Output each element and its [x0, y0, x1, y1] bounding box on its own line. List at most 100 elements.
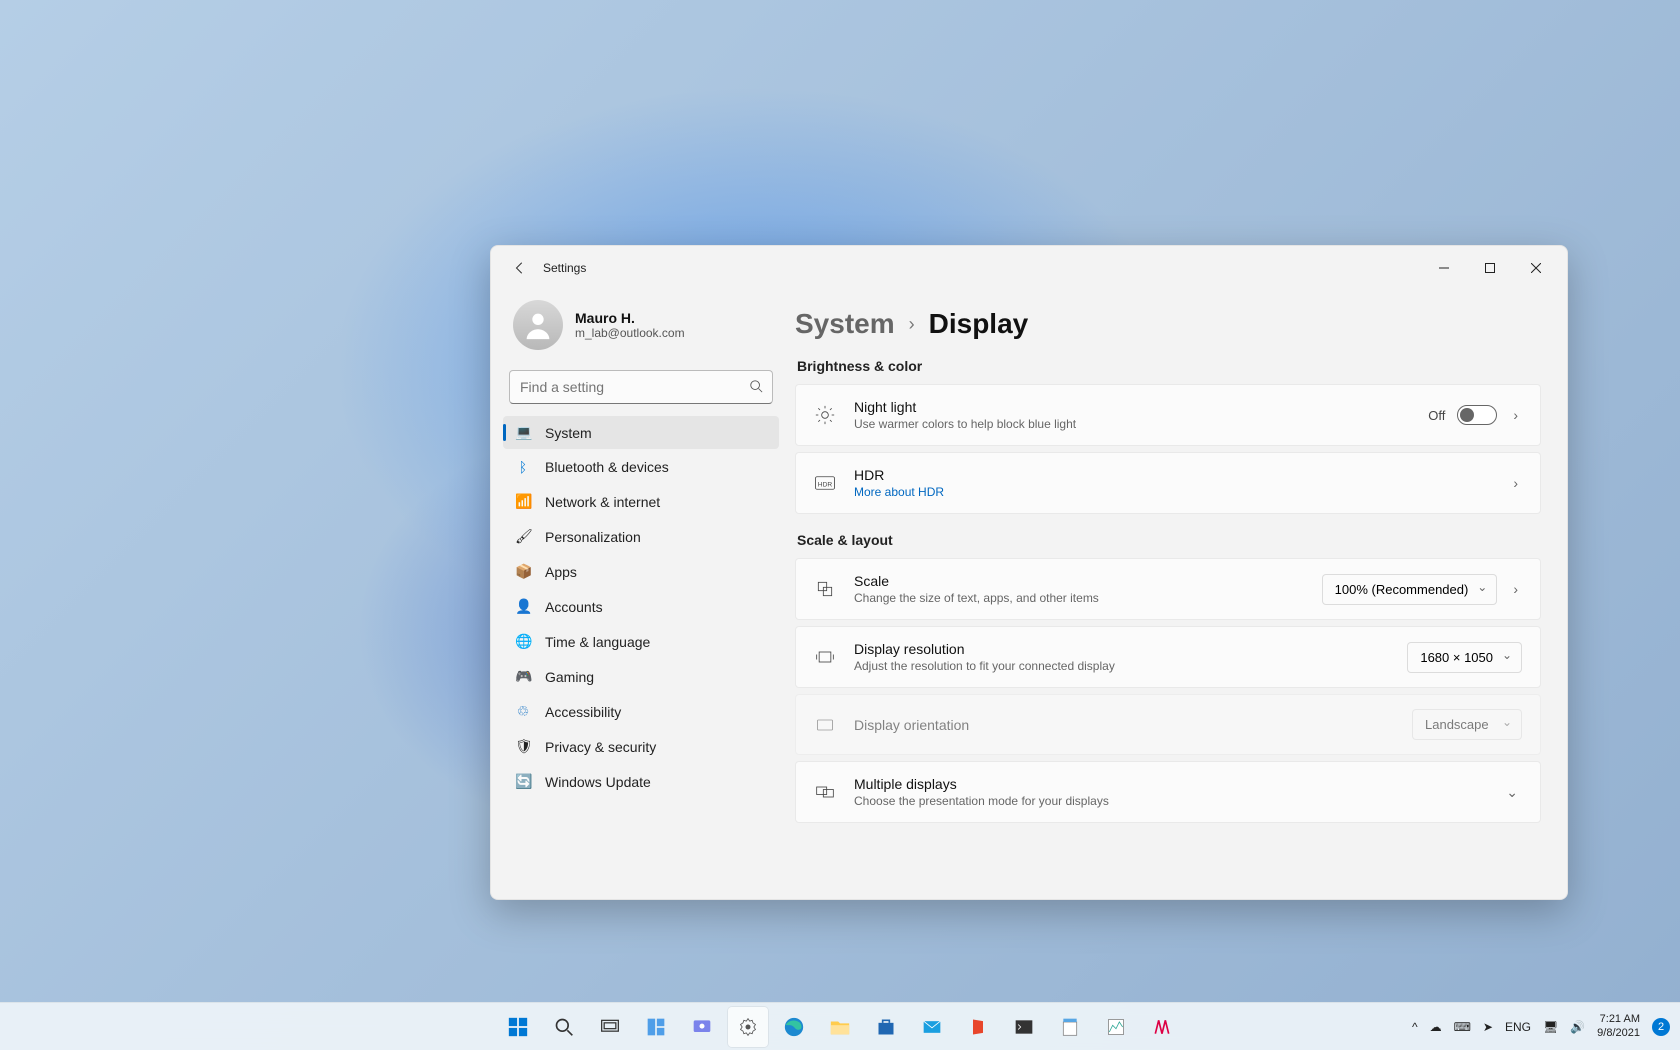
multiple-displays-icon [814, 782, 836, 802]
taskbar-edge-app[interactable] [774, 1007, 814, 1047]
taskbar-mail-app[interactable] [912, 1007, 952, 1047]
back-button[interactable] [505, 253, 535, 283]
card-title: HDR [854, 467, 1491, 483]
orientation-row: Display orientation Landscape [795, 694, 1541, 755]
sidebar-item-time-language[interactable]: 🌐Time & language [503, 625, 779, 658]
sidebar-item-label: Bluetooth & devices [545, 459, 669, 475]
night-light-icon [814, 405, 836, 425]
volume-icon[interactable]: 🔊 [1570, 1020, 1585, 1034]
nav-list: 💻System ᛒBluetooth & devices 📶Network & … [503, 416, 779, 798]
night-light-row[interactable]: Night light Use warmer colors to help bl… [795, 384, 1541, 446]
keyboard-icon[interactable]: ⌨ [1454, 1020, 1471, 1034]
sidebar-item-bluetooth[interactable]: ᛒBluetooth & devices [503, 451, 779, 483]
avatar [513, 300, 563, 350]
taskbar-store-app[interactable] [866, 1007, 906, 1047]
taskbar-app-generic-2[interactable] [1142, 1007, 1182, 1047]
chat-button[interactable] [682, 1007, 722, 1047]
network-tray-icon[interactable]: 🖥 [1543, 1020, 1558, 1034]
language-indicator[interactable]: ENG [1505, 1020, 1531, 1034]
taskbar-settings-app[interactable] [728, 1007, 768, 1047]
time-language-icon: 🌐 [515, 633, 531, 650]
card-title: Multiple displays [854, 776, 1484, 792]
window-title: Settings [543, 261, 586, 275]
sidebar-item-label: Windows Update [545, 774, 651, 790]
breadcrumb: System › Display [795, 308, 1541, 340]
hdr-row[interactable]: HDR HDR More about HDR › [795, 452, 1541, 514]
sidebar-item-accessibility[interactable]: ♲Accessibility [503, 695, 779, 728]
card-desc: Choose the presentation mode for your di… [854, 794, 1484, 808]
chevron-right-icon[interactable]: › [1509, 581, 1522, 597]
taskbar-clock[interactable]: 7:21 AM 9/8/2021 [1597, 1013, 1640, 1039]
chevron-right-icon: › [909, 314, 915, 335]
onedrive-icon[interactable]: ☁ [1430, 1020, 1442, 1034]
resolution-row[interactable]: Display resolution Adjust the resolution… [795, 626, 1541, 688]
widgets-button[interactable] [636, 1007, 676, 1047]
settings-window: Settings Mauro H. m_lab@outlook.com [490, 245, 1568, 900]
apps-icon: 📦 [515, 563, 531, 580]
chevron-down-icon[interactable]: ⌄ [1502, 784, 1522, 801]
hdr-icon: HDR [814, 476, 836, 490]
toggle-state-label: Off [1428, 408, 1445, 423]
clock-time: 7:21 AM [1597, 1013, 1640, 1026]
sidebar-item-label: System [545, 425, 592, 441]
sidebar-item-windows-update[interactable]: 🔄 Windows Update [503, 765, 779, 798]
scale-row[interactable]: Scale Change the size of text, apps, and… [795, 558, 1541, 620]
sidebar-item-accounts[interactable]: 👤Accounts [503, 590, 779, 623]
resolution-dropdown[interactable]: 1680 × 1050 [1407, 642, 1522, 673]
card-title: Night light [854, 399, 1410, 415]
chevron-right-icon[interactable]: › [1509, 407, 1522, 423]
taskbar-notepad-app[interactable] [1050, 1007, 1090, 1047]
personalization-icon: 🖌 [515, 528, 531, 545]
hdr-link[interactable]: More about HDR [854, 485, 1491, 499]
user-block[interactable]: Mauro H. m_lab@outlook.com [503, 294, 779, 366]
sidebar-item-privacy[interactable]: 🛡 Privacy & security [503, 730, 779, 763]
sidebar-item-personalization[interactable]: 🖌 Personalization [503, 520, 779, 553]
scale-dropdown[interactable]: 100% (Recommended) [1322, 574, 1498, 605]
user-name: Mauro H. [575, 310, 685, 326]
close-button[interactable] [1513, 252, 1559, 284]
sidebar-item-system[interactable]: 💻System [503, 416, 779, 449]
location-icon[interactable]: ➤ [1483, 1020, 1493, 1034]
sidebar-item-gaming[interactable]: 🎮Gaming [503, 660, 779, 693]
multiple-displays-row[interactable]: Multiple displays Choose the presentatio… [795, 761, 1541, 823]
sidebar-item-label: Apps [545, 564, 577, 580]
sidebar-item-label: Personalization [545, 529, 641, 545]
sidebar-item-label: Gaming [545, 669, 594, 685]
notifications-badge[interactable]: 2 [1652, 1018, 1670, 1036]
card-desc: Use warmer colors to help block blue lig… [854, 417, 1410, 431]
orientation-dropdown: Landscape [1412, 709, 1522, 740]
chevron-right-icon[interactable]: › [1509, 475, 1522, 491]
sidebar-item-label: Privacy & security [545, 739, 656, 755]
taskbar-office-app[interactable] [958, 1007, 998, 1047]
taskbar-search-button[interactable] [544, 1007, 584, 1047]
card-title: Scale [854, 573, 1304, 589]
sidebar-item-network[interactable]: 📶Network & internet [503, 485, 779, 518]
accessibility-icon: ♲ [515, 703, 531, 720]
overflow-tray-icon[interactable]: ^ [1412, 1020, 1418, 1034]
resolution-icon [814, 647, 836, 667]
taskbar-explorer-app[interactable] [820, 1007, 860, 1047]
breadcrumb-parent[interactable]: System [795, 308, 895, 340]
sidebar: Mauro H. m_lab@outlook.com 💻System ᛒBlue… [491, 290, 791, 899]
search-icon [749, 379, 763, 398]
privacy-icon: 🛡 [515, 738, 531, 755]
task-view-button[interactable] [590, 1007, 630, 1047]
taskbar-app-generic-1[interactable] [1096, 1007, 1136, 1047]
user-email: m_lab@outlook.com [575, 326, 685, 340]
night-light-toggle[interactable] [1457, 405, 1497, 425]
minimize-button[interactable] [1421, 252, 1467, 284]
card-desc: Change the size of text, apps, and other… [854, 591, 1304, 605]
clock-date: 9/8/2021 [1597, 1027, 1640, 1040]
sidebar-item-label: Network & internet [545, 494, 660, 510]
windows-update-icon: 🔄 [515, 773, 531, 790]
content-pane: System › Display Brightness & color Nigh… [791, 290, 1567, 899]
maximize-button[interactable] [1467, 252, 1513, 284]
start-button[interactable] [498, 1007, 538, 1047]
sidebar-item-apps[interactable]: 📦 Apps [503, 555, 779, 588]
accounts-icon: 👤 [515, 598, 531, 615]
scale-icon [814, 579, 836, 599]
search-input[interactable] [509, 370, 773, 404]
card-desc: Adjust the resolution to fit your connec… [854, 659, 1389, 673]
taskbar-terminal-app[interactable] [1004, 1007, 1044, 1047]
titlebar: Settings [491, 246, 1567, 290]
